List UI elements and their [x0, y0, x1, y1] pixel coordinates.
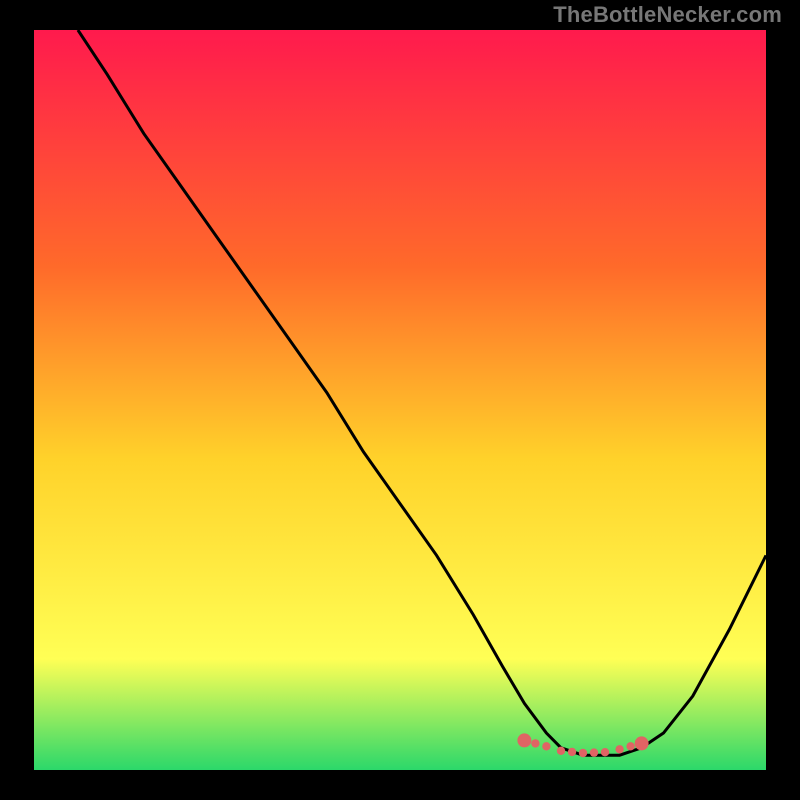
marker-dot	[635, 736, 649, 750]
marker-dot	[579, 749, 587, 757]
marker-dot	[626, 742, 634, 750]
marker-dot	[615, 745, 623, 753]
marker-dot	[568, 748, 576, 756]
gradient-background	[34, 30, 766, 770]
chart-container: TheBottleNecker.com	[0, 0, 800, 800]
marker-dot	[601, 748, 609, 756]
bottleneck-chart	[34, 30, 766, 770]
plot-area	[34, 30, 766, 770]
marker-dot	[557, 747, 565, 755]
watermark-text: TheBottleNecker.com	[553, 2, 782, 28]
marker-dot	[590, 748, 598, 756]
marker-dot	[531, 739, 539, 747]
marker-dot	[542, 742, 550, 750]
marker-dot	[517, 733, 531, 747]
